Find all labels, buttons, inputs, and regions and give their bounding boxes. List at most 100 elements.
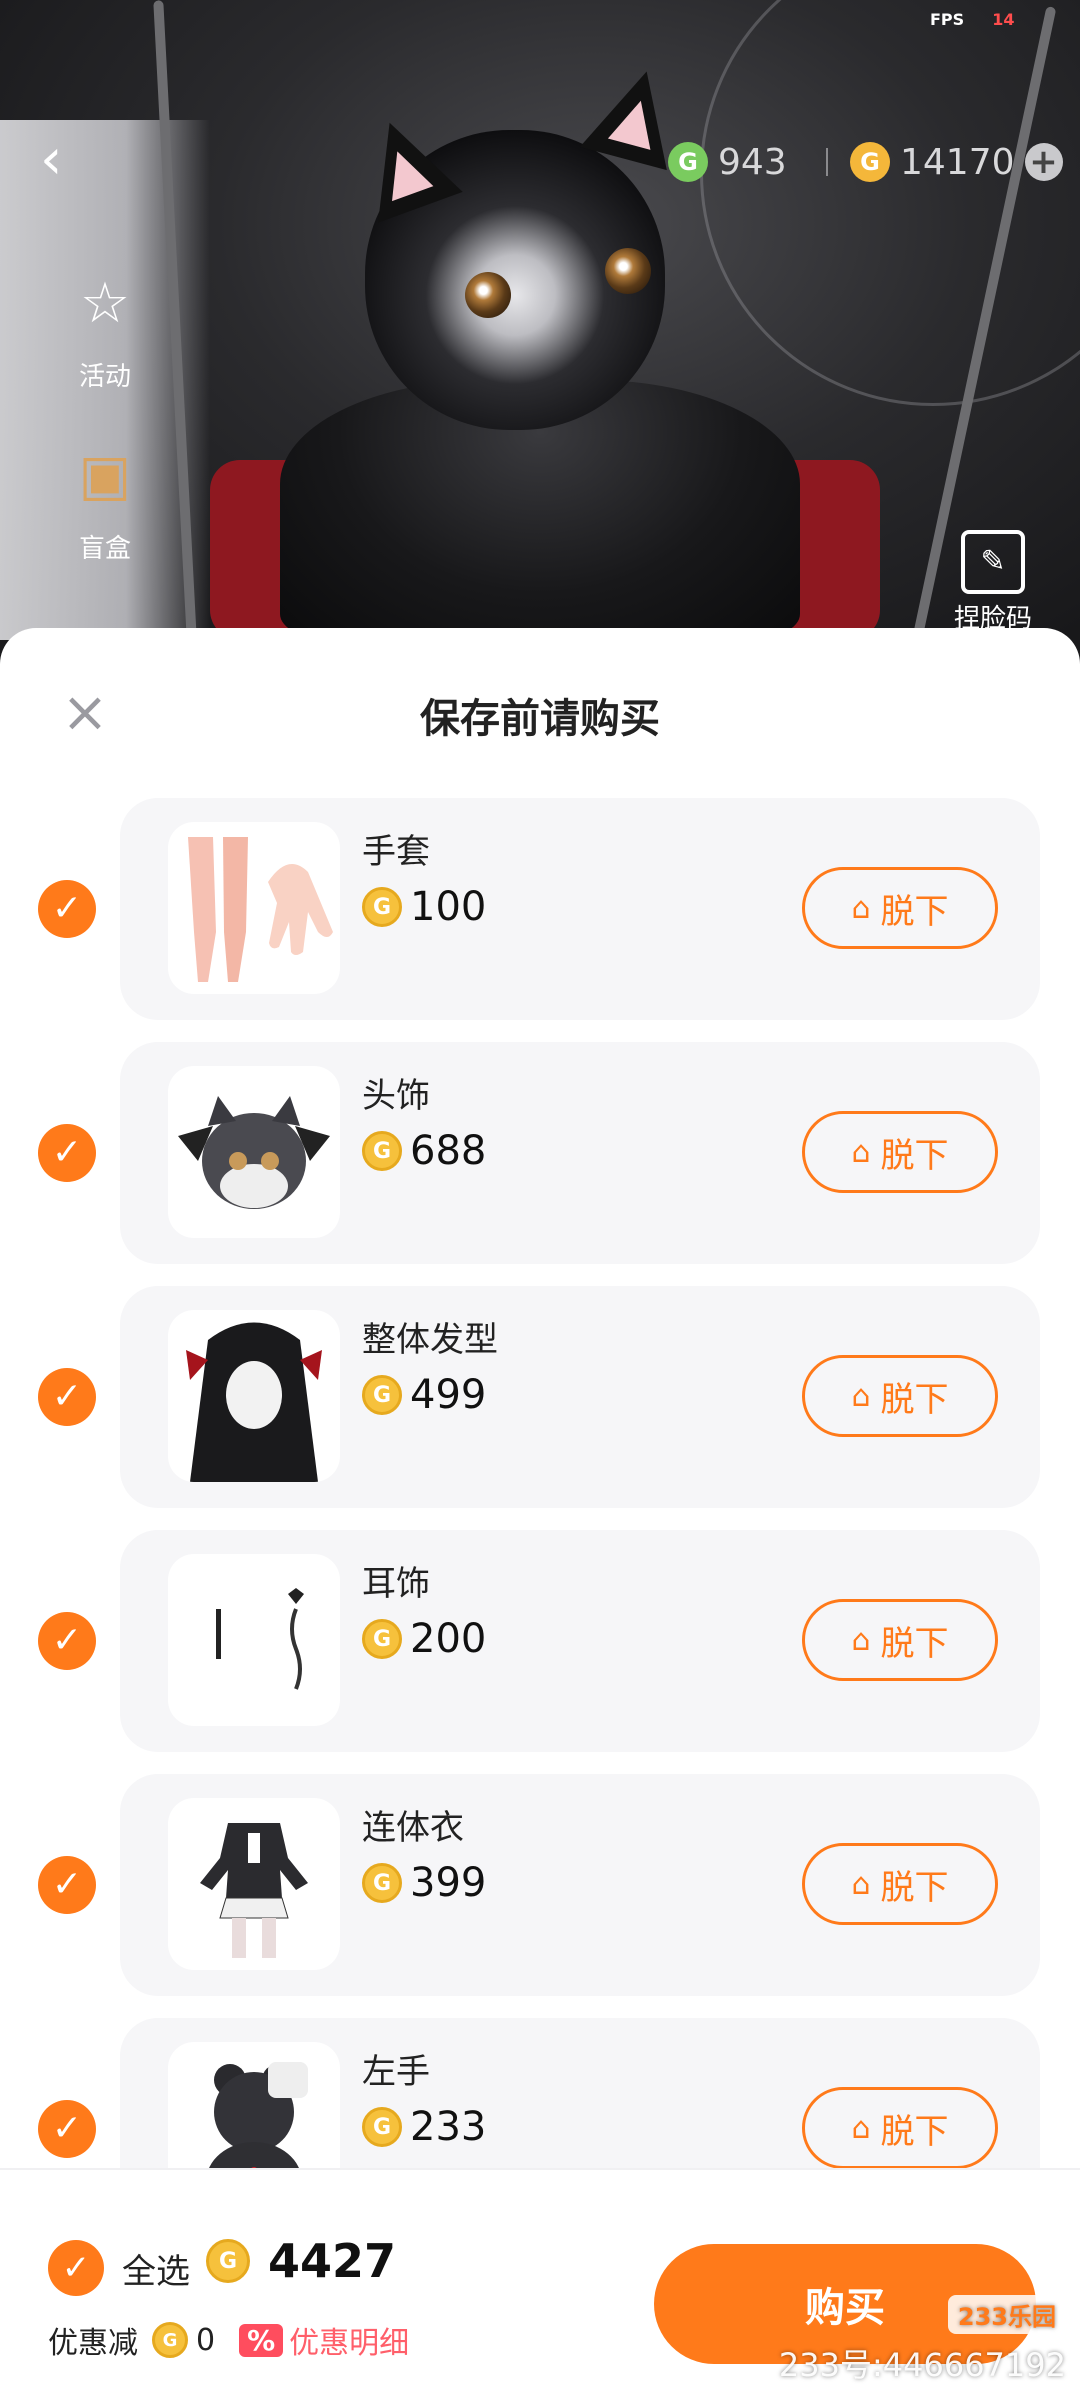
discount-value: 0: [196, 2322, 216, 2358]
hanger-icon: ⌂: [851, 1866, 871, 1902]
fps-label: FPS: [930, 10, 965, 29]
currency-green[interactable]: G 943: [668, 140, 787, 184]
scene-magic-circle: [700, 0, 1080, 406]
earrings-image: [216, 1588, 304, 1690]
item-name: 头饰: [362, 1076, 430, 1116]
item-name: 左手: [362, 2052, 430, 2092]
take-off-button[interactable]: ⌂ 脱下: [802, 867, 998, 949]
take-off-label: 脱下: [880, 2111, 949, 2152]
item-card: 耳饰 G 200 ⌂ 脱下: [120, 1530, 1040, 1752]
activity-star-icon: ☆: [79, 270, 131, 336]
list-item: ✓ 整体发型 G 499 ⌂ 脱下: [0, 1286, 1080, 1508]
item-thumbnail: [168, 1798, 340, 1970]
item-price: G 688: [362, 1128, 486, 1174]
take-off-button[interactable]: ⌂ 脱下: [802, 1843, 998, 1925]
gift-box-icon: ▣: [78, 442, 132, 508]
gloves-image: [188, 837, 333, 982]
hanger-icon: ⌂: [851, 890, 871, 926]
take-off-label: 脱下: [880, 891, 949, 932]
item-checkbox[interactable]: ✓: [38, 880, 96, 938]
g-coin-icon: G: [362, 1131, 402, 1171]
item-card: 手套 G 100 ⌂ 脱下: [120, 798, 1040, 1020]
discount-label: 优惠减: [48, 2326, 138, 2361]
take-off-label: 脱下: [880, 1135, 949, 1176]
cat-headwear-image: [178, 1096, 330, 1209]
purchase-sheet: × 保存前请购买 ✓ 手套 G 100 ⌂ 脱下 ✓ 头饰 G 688 ⌂ 脱下…: [0, 628, 1080, 2400]
item-card: 连体衣 G 399 ⌂ 脱下: [120, 1774, 1040, 1996]
avatar-eye-left: [465, 272, 511, 318]
take-off-label: 脱下: [880, 1623, 949, 1664]
item-price-value: 100: [410, 884, 487, 930]
item-thumbnail: [168, 1066, 340, 1238]
watermark-text: 233号:446667192: [778, 2346, 1066, 2384]
item-checkbox[interactable]: ✓: [38, 1856, 96, 1914]
bear-doll-image: [209, 2062, 308, 2168]
discount-detail-label: 优惠明细: [289, 2326, 410, 2361]
list-item: ✓ 左手 G 233 ⌂ 脱下: [0, 2018, 1080, 2168]
item-price-value: 200: [410, 1616, 487, 1662]
g-coin-icon: G: [362, 1863, 402, 1903]
check-icon: ✓: [51, 1376, 83, 1417]
side-menu-blindbox[interactable]: ▣ 盲盒: [50, 430, 160, 565]
check-icon: ✓: [51, 1132, 83, 1173]
chevron-left-icon: ‹: [40, 127, 63, 192]
watermark-logo: 233乐园: [947, 2295, 1066, 2334]
discount-detail-link[interactable]: % 优惠明细: [239, 2318, 409, 2362]
face-code-button[interactable]: ✎ 捏脸码: [928, 530, 1058, 635]
item-checkbox[interactable]: ✓: [38, 1612, 96, 1670]
item-name: 连体衣: [362, 1808, 464, 1848]
list-item: ✓ 头饰 G 688 ⌂ 脱下: [0, 1042, 1080, 1264]
side-menu-activity[interactable]: ☆ 活动: [50, 258, 160, 393]
back-button[interactable]: ‹: [40, 130, 80, 190]
hanger-icon: ⌂: [851, 1134, 871, 1170]
item-price: G 200: [362, 1616, 486, 1662]
item-list[interactable]: ✓ 手套 G 100 ⌂ 脱下 ✓ 头饰 G 688 ⌂ 脱下 ✓ 整体发型 G…: [0, 798, 1080, 2168]
g-coin-icon: G: [206, 2239, 250, 2283]
total-price: G 4427: [206, 2234, 396, 2288]
g-coin-icon: G: [362, 887, 402, 927]
g-coin-icon: G: [362, 1375, 402, 1415]
currency-divider: [826, 148, 828, 176]
discount-summary: 优惠减 G 0 % 优惠明细: [48, 2318, 409, 2362]
g-coin-gold-icon: G: [850, 142, 890, 182]
item-price-value: 233: [410, 2104, 487, 2150]
item-price-value: 688: [410, 1128, 487, 1174]
plus-icon[interactable]: +: [1024, 142, 1063, 182]
item-price: G 233: [362, 2104, 486, 2150]
take-off-button[interactable]: ⌂ 脱下: [802, 2087, 998, 2168]
take-off-button[interactable]: ⌂ 脱下: [802, 1111, 998, 1193]
take-off-button[interactable]: ⌂ 脱下: [802, 1599, 998, 1681]
item-name: 手套: [362, 832, 430, 872]
item-card: 头饰 G 688 ⌂ 脱下: [120, 1042, 1040, 1264]
item-price: G 100: [362, 884, 486, 930]
item-thumbnail: [168, 2042, 340, 2168]
item-checkbox[interactable]: ✓: [38, 1368, 96, 1426]
fps-indicator: FPS 14: [930, 10, 1014, 29]
take-off-button[interactable]: ⌂ 脱下: [802, 1355, 998, 1437]
item-checkbox[interactable]: ✓: [38, 1124, 96, 1182]
item-name: 耳饰: [362, 1564, 430, 1604]
check-icon: ✓: [48, 2240, 104, 2296]
item-price: G 399: [362, 1860, 486, 1906]
item-card: 整体发型 G 499 ⌂ 脱下: [120, 1286, 1040, 1508]
list-item: ✓ 连体衣 G 399 ⌂ 脱下: [0, 1774, 1080, 1996]
hairstyle-image: [186, 1322, 322, 1482]
list-item: ✓ 耳饰 G 200 ⌂ 脱下: [0, 1530, 1080, 1752]
select-all-toggle[interactable]: ✓ 全选: [48, 2240, 190, 2296]
sheet-title: 保存前请购买: [420, 696, 660, 742]
item-checkbox[interactable]: ✓: [38, 2100, 96, 2158]
g-coin-icon: G: [152, 2322, 188, 2358]
item-price-value: 499: [410, 1372, 487, 1418]
fps-value: 14: [992, 10, 1015, 29]
item-name: 整体发型: [362, 1320, 498, 1360]
avatar-eye-right: [605, 248, 651, 294]
list-item: ✓ 手套 G 100 ⌂ 脱下: [0, 798, 1080, 1020]
hanger-icon: ⌂: [851, 1622, 871, 1658]
hanger-icon: ⌂: [851, 2110, 871, 2146]
percent-badge-icon: %: [239, 2323, 284, 2357]
avatar-scene: [0, 0, 1080, 640]
currency-green-value: 943: [718, 141, 787, 183]
currency-gold[interactable]: G 14170 +: [850, 140, 1063, 184]
watermark: 233乐园 233号:446667192: [779, 2295, 1066, 2386]
item-thumbnail: [168, 822, 340, 994]
